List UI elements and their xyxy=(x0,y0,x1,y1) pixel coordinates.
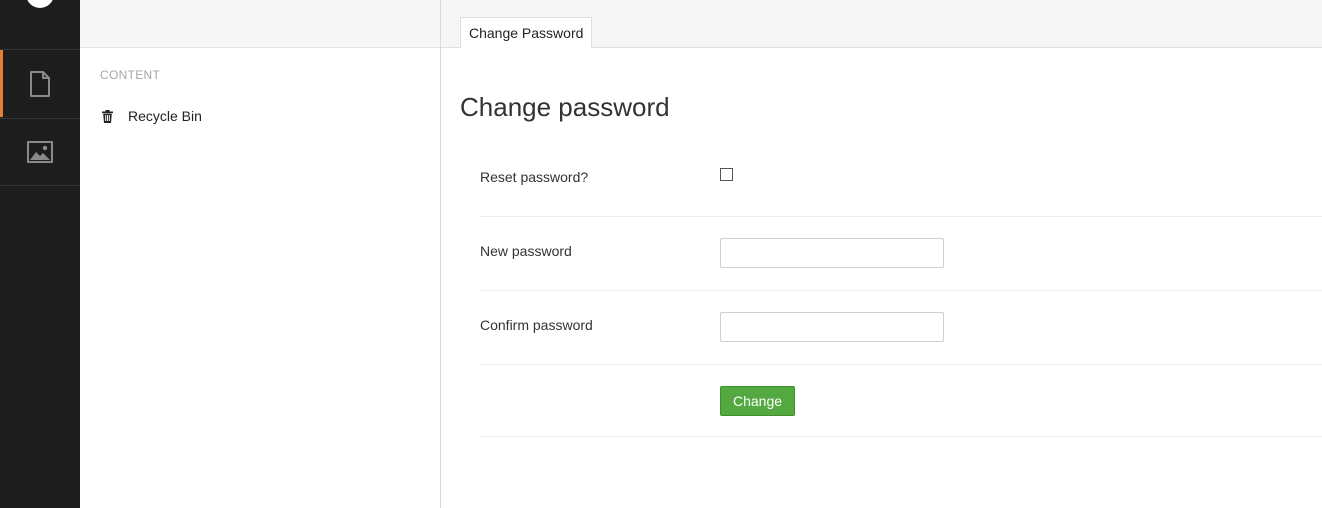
document-icon xyxy=(29,70,51,97)
user-avatar[interactable] xyxy=(26,0,54,8)
new-password-row: New password xyxy=(480,217,1322,291)
section-media[interactable] xyxy=(0,118,80,186)
new-password-label: New password xyxy=(480,243,572,259)
tree-heading: CONTENT xyxy=(100,68,161,82)
tree-header xyxy=(80,0,440,48)
reset-password-label: Reset password? xyxy=(480,169,589,185)
confirm-password-label: Confirm password xyxy=(480,317,593,333)
confirm-password-row: Confirm password xyxy=(480,291,1322,365)
submit-row: Change xyxy=(480,365,1322,437)
trash-icon xyxy=(100,109,114,123)
change-button[interactable]: Change xyxy=(720,386,796,416)
page-title: Change password xyxy=(460,92,670,122)
editor-panel: Change Password Change password Reset pa… xyxy=(441,0,1322,508)
tree-item-recycle-bin[interactable]: Recycle Bin xyxy=(100,105,202,127)
tab-change-password[interactable]: Change Password xyxy=(460,17,593,49)
tree-item-label: Recycle Bin xyxy=(128,108,202,124)
image-icon xyxy=(27,141,53,163)
tree-panel: CONTENT Recycle Bin xyxy=(80,0,441,508)
tab-bar: Change Password xyxy=(441,0,1322,49)
reset-password-checkbox[interactable] xyxy=(720,168,733,181)
section-content[interactable] xyxy=(0,49,80,117)
confirm-password-input[interactable] xyxy=(720,312,944,342)
new-password-input[interactable] xyxy=(720,238,944,268)
app-sidebar xyxy=(0,0,80,508)
reset-password-row: Reset password? xyxy=(480,143,1322,217)
